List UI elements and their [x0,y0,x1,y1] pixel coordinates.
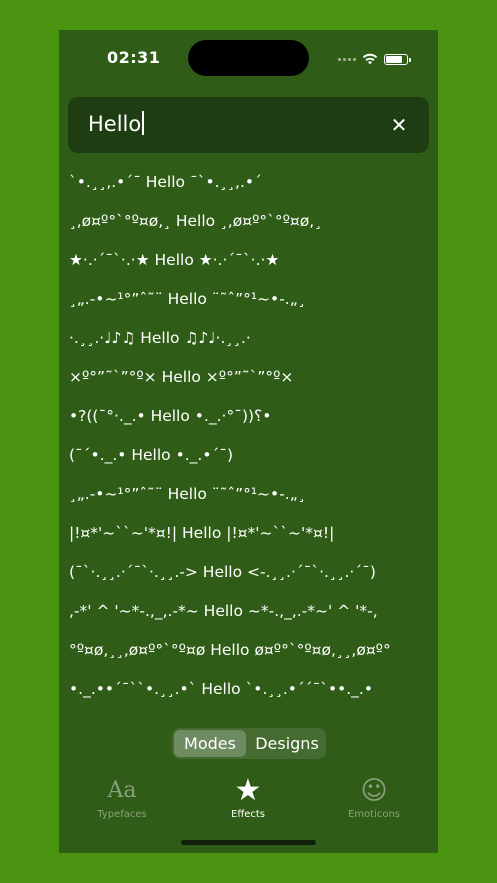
effect-item[interactable]: ¸,ø¤º°`°º¤ø,¸ Hello ¸,ø¤º°`°º¤ø,¸ [69,209,429,248]
text-caret [142,111,145,135]
battery-icon [384,53,411,65]
search-bar[interactable]: Hello ✕ [68,97,429,153]
tab-bar: Aa Typefaces ★ Effects ☺ Emoticons [59,775,438,825]
status-time: 02:31 [107,48,161,67]
effect-item[interactable]: ★·.·´¯`·.·★ Hello ★·.·´¯`·.·★ [69,248,429,287]
smiley-icon: ☺ [360,776,388,806]
effect-item[interactable]: ×º°”˜`”°º× Hello ×º°”˜`”°º× [69,365,429,404]
effects-list: `•.¸¸,.•´¯ Hello ¯`•.¸¸,.•´ ¸,ø¤º°`°º¤ø,¸… [69,170,429,716]
status-icons [338,50,411,68]
effect-item[interactable]: °º¤ø,¸¸,ø¤º°`°º¤ø Hello ø¤º°`°º¤ø,¸¸,ø¤º… [69,638,429,677]
effect-item[interactable]: (¯`·.¸¸.·´¯`·.¸¸.-> Hello <-.¸¸.·´¯`·.¸¸… [69,560,429,599]
effect-item[interactable]: |!¤*'~``~'*¤!| Hello |!¤*'~``~'*¤!| [69,521,429,560]
dynamic-island [188,40,309,76]
effect-item[interactable]: ·.¸¸.·♩♪♫ Hello ♫♪♩·.¸¸.· [69,326,429,365]
effect-item[interactable]: •._.••´¯``•.¸¸.•` Hello `•.¸¸.•´´¯`••._.… [69,677,429,716]
home-indicator [181,840,316,845]
effect-item[interactable]: `•.¸¸,.•´¯ Hello ¯`•.¸¸,.•´ [69,170,429,209]
app-screen: 02:31 Hello ✕ `•.¸¸,.•´¯ Hello ¯`•.¸¸,.•… [59,30,438,853]
mode-segmented-control: Modes Designs [172,728,326,759]
effect-item[interactable]: (¯´•._.• Hello •._.•´¯) [69,443,429,482]
tab-typefaces[interactable]: Aa Typefaces [59,775,185,820]
tab-effects[interactable]: ★ Effects [185,773,311,821]
tab-emoticons[interactable]: ☺ Emoticons [311,775,437,820]
effect-item[interactable]: ,-*' ^ '~*-.,_,.-*~ Hello ~*-.,_,.-*~' ^… [69,599,429,638]
wifi-icon [362,53,378,65]
segment-modes[interactable]: Modes [174,730,246,757]
tab-label: Typefaces [97,809,147,820]
cellular-signal-icon [338,57,356,61]
star-icon: ★ [234,773,262,808]
tab-label: Emoticons [347,809,401,820]
segment-designs[interactable]: Designs [250,730,324,757]
tab-label: Effects [231,809,265,820]
typeface-icon: Aa [107,778,137,803]
effect-item[interactable]: •?((¯°·._.• Hello •._.·°¯))؟• [69,404,429,443]
close-icon[interactable]: ✕ [387,113,411,137]
effect-item[interactable]: ¸„.-•~¹°”ˆ˜¨ Hello ¨˜ˆ”°¹~•-.„¸ [69,482,429,521]
effect-item[interactable]: ¸„.-•~¹°”ˆ˜¨ Hello ¨˜ˆ”°¹~•-.„¸ [69,287,429,326]
search-input[interactable]: Hello [88,111,145,136]
